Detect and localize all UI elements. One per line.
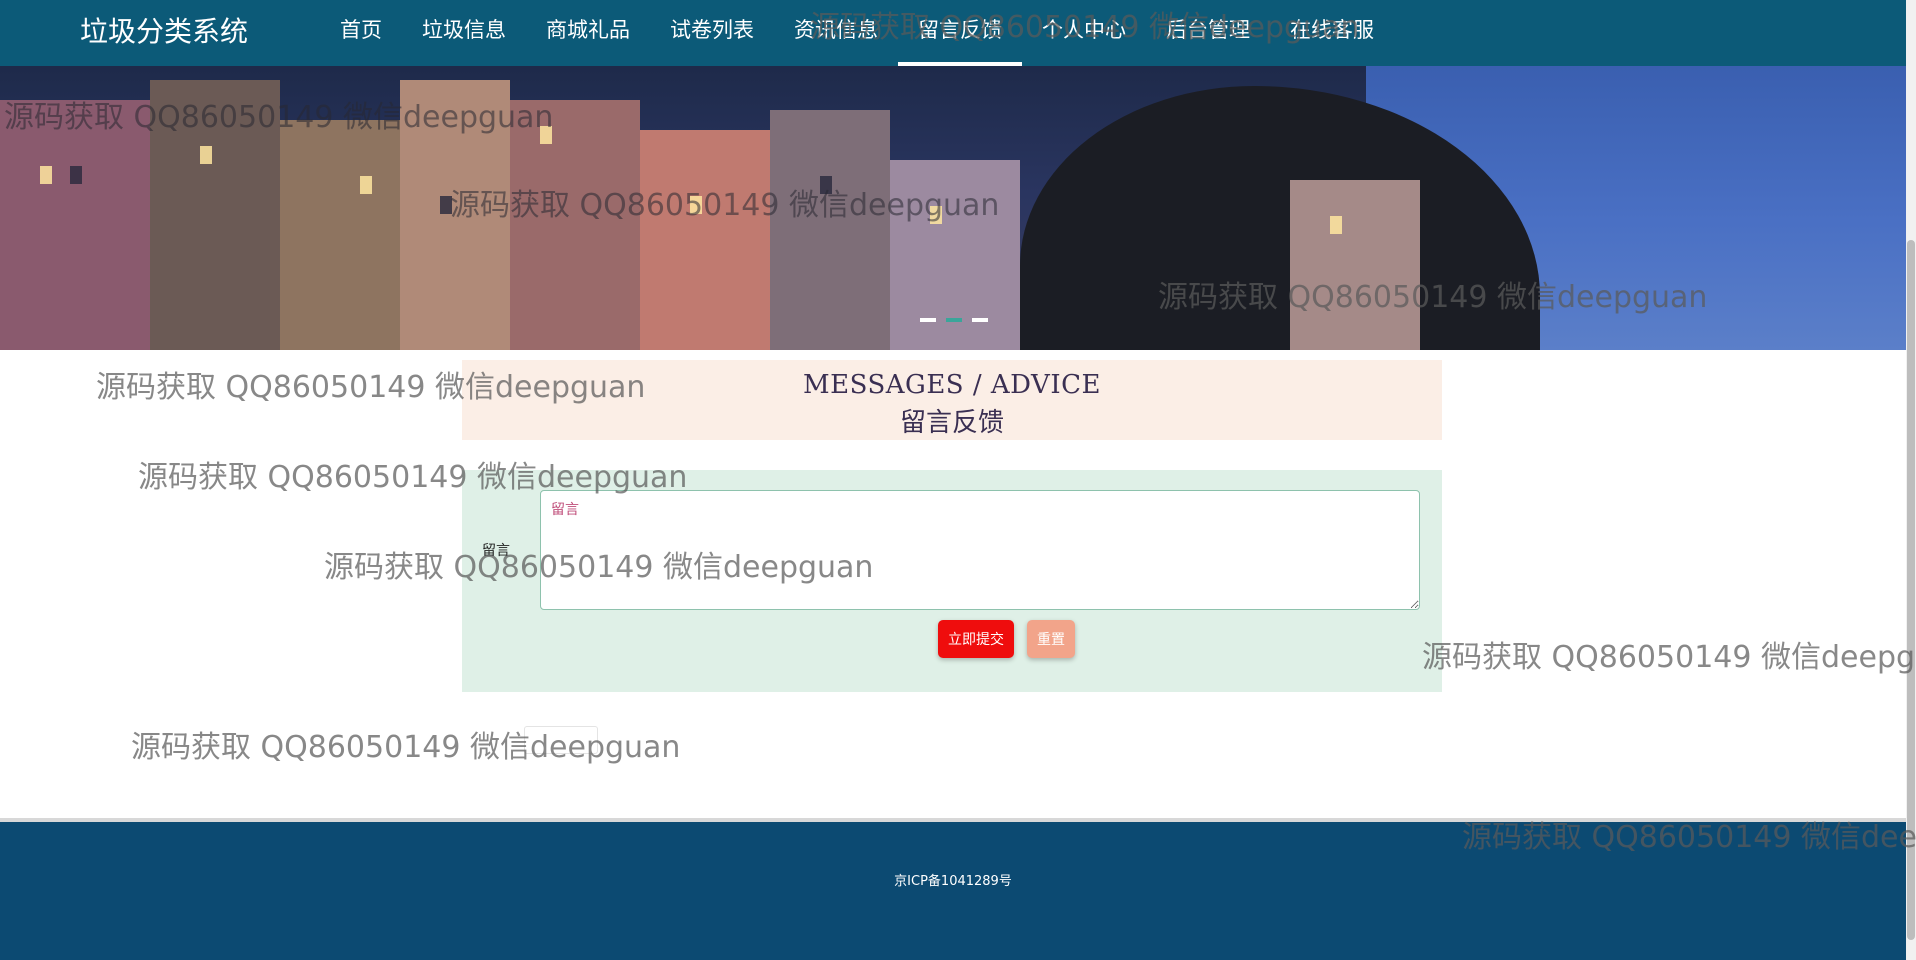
- icp-record[interactable]: 京ICP备1041289号: [0, 870, 1906, 889]
- nav-item-online-service[interactable]: 在线客服: [1270, 0, 1394, 66]
- carousel-dot[interactable]: [972, 318, 988, 322]
- site-logo-title[interactable]: 垃圾分类系统: [80, 10, 248, 54]
- nav-item-feedback[interactable]: 留言反馈: [898, 0, 1022, 66]
- banner-building: [0, 100, 150, 350]
- carousel-indicators: [920, 318, 988, 322]
- message-textarea[interactable]: [540, 490, 1420, 610]
- scrollbar-thumb[interactable]: [1907, 240, 1915, 940]
- section-title-en: MESSAGES / ADVICE: [803, 370, 1101, 400]
- section-title-cn: 留言反馈: [899, 408, 1004, 438]
- nav-item-home[interactable]: 首页: [320, 0, 402, 66]
- carousel-dot[interactable]: [920, 318, 936, 322]
- banner-building: [640, 130, 770, 350]
- nav-item-news[interactable]: 资讯信息: [774, 0, 898, 66]
- banner-building: [770, 110, 890, 350]
- nav-item-garbage-info[interactable]: 垃圾信息: [402, 0, 526, 66]
- main-nav: 首页 垃圾信息 商城礼品 试卷列表 资讯信息 留言反馈 个人中心 后台管理 在线…: [320, 0, 1394, 66]
- nav-item-gift-shop[interactable]: 商城礼品: [526, 0, 650, 66]
- message-label: 留言: [482, 543, 510, 559]
- message-form: 留言 立即提交 重置: [462, 470, 1442, 692]
- banner-building: [1290, 180, 1420, 350]
- nav-item-admin[interactable]: 后台管理: [1146, 0, 1270, 66]
- submit-button[interactable]: 立即提交: [938, 620, 1014, 658]
- banner-building: [510, 100, 640, 350]
- watermark: 源码获取 QQ86050149 微信deepguan: [131, 730, 681, 765]
- nav-item-exam-list[interactable]: 试卷列表: [650, 0, 774, 66]
- page-scrollbar[interactable]: [1906, 0, 1916, 960]
- watermark: 源码获取 QQ86050149 微信deepguan: [1422, 640, 1916, 675]
- top-navbar: 垃圾分类系统 首页 垃圾信息 商城礼品 试卷列表 资讯信息 留言反馈 个人中心 …: [0, 0, 1916, 66]
- footer: 京ICP备1041289号: [0, 822, 1906, 960]
- banner-building: [150, 80, 280, 350]
- banner-building: [280, 120, 400, 350]
- carousel-dot[interactable]: [946, 318, 962, 322]
- section-title-card: MESSAGES / ADVICE 留言反馈: [462, 360, 1442, 440]
- nav-item-personal-center[interactable]: 个人中心: [1022, 0, 1146, 66]
- banner-carousel: [0, 66, 1906, 350]
- pagination-placeholder: [524, 726, 598, 754]
- reset-button[interactable]: 重置: [1027, 620, 1075, 658]
- banner-building: [400, 80, 510, 350]
